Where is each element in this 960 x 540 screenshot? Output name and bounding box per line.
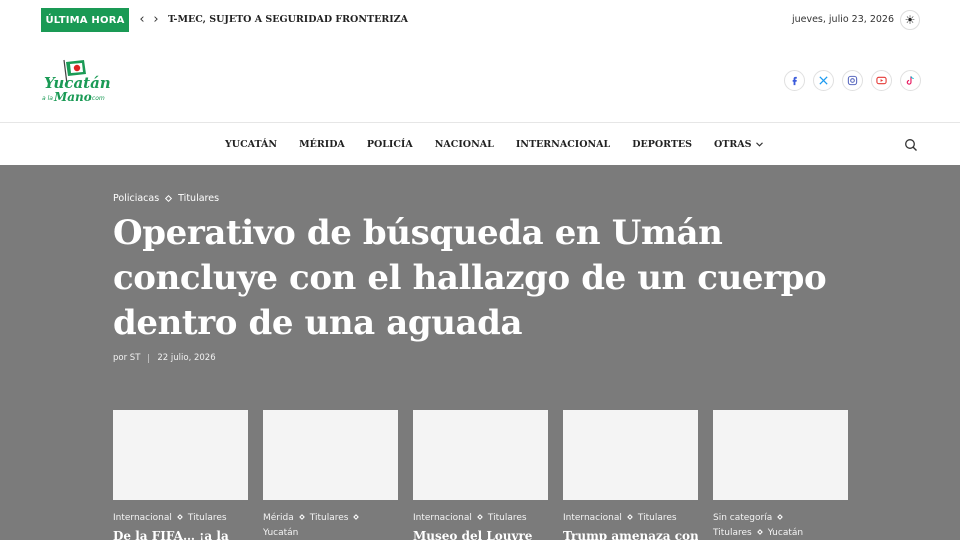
nav-item-otras[interactable]: OTRAS xyxy=(703,139,773,150)
site-logo[interactable]: Yucatán a la Mano .com xyxy=(40,58,116,104)
separator-diamond-icon xyxy=(353,514,360,520)
separator-diamond-icon xyxy=(477,514,483,520)
article-categories: Policiacas Titulares xyxy=(113,193,219,204)
related-card-2[interactable]: Mérida Titulares Yucatán xyxy=(263,410,398,540)
main-nav: YUCATÁN MÉRIDA POLICÍA NACIONAL INTERNAC… xyxy=(0,122,960,165)
related-card-5[interactable]: Sin categoría Titulares Yucatán xyxy=(713,410,848,540)
separator-diamond-icon xyxy=(298,514,305,520)
card-thumbnail[interactable] xyxy=(413,410,548,500)
ticker-headline[interactable]: T-MEC, SUJETO A SEGURIDAD FRONTERIZA Y T… xyxy=(168,12,410,28)
category-link-titulares[interactable]: Titulares xyxy=(178,193,219,204)
card-thumbnail[interactable] xyxy=(563,410,698,500)
instagram-icon[interactable] xyxy=(842,70,863,91)
svg-text:.com: .com xyxy=(90,95,105,102)
separator-diamond-icon xyxy=(756,529,763,535)
ticker-next-icon[interactable]: › xyxy=(150,12,162,27)
separator-diamond-icon xyxy=(177,514,183,520)
card-category[interactable]: Internacional xyxy=(113,513,172,523)
meta-divider xyxy=(148,353,150,363)
card-title[interactable]: De la FIFA… ¡a la xyxy=(113,529,248,540)
ticker-prev-icon[interactable]: ‹ xyxy=(136,12,148,27)
card-category[interactable]: Titulares xyxy=(188,513,227,523)
svg-text:a la: a la xyxy=(42,95,53,102)
card-thumbnail[interactable] xyxy=(263,410,398,500)
card-category[interactable]: Yucatán xyxy=(768,528,803,538)
category-link-policiacas[interactable]: Policiacas xyxy=(113,193,159,204)
nav-item-internacional[interactable]: INTERNACIONAL xyxy=(505,139,621,150)
breaking-news-badge: ÚLTIMA HORA xyxy=(41,8,129,32)
article-headline[interactable]: Operativo de búsqueda en Umán concluye c… xyxy=(113,211,873,346)
separator-diamond-icon xyxy=(627,514,633,520)
youtube-icon[interactable] xyxy=(871,70,892,91)
card-thumbnail[interactable] xyxy=(713,410,848,500)
nav-item-deportes[interactable]: DEPORTES xyxy=(621,139,703,150)
card-categories: Mérida Titulares Yucatán xyxy=(263,511,398,540)
nav-item-otras-label: OTRAS xyxy=(714,138,752,150)
article-date: 22 julio, 2026 xyxy=(157,353,216,363)
card-categories: Internacional Titulares xyxy=(113,511,248,526)
card-thumbnail[interactable] xyxy=(113,410,248,500)
x-icon[interactable] xyxy=(813,70,834,91)
card-category[interactable]: Mérida xyxy=(263,513,294,523)
search-icon[interactable] xyxy=(904,137,918,151)
tiktok-icon[interactable] xyxy=(900,70,921,91)
card-category[interactable]: Titulares xyxy=(713,528,752,538)
theme-toggle-sun-icon[interactable]: ☀ xyxy=(900,10,920,30)
nav-item-policia[interactable]: POLICÍA xyxy=(356,139,424,150)
card-category[interactable]: Internacional xyxy=(413,513,472,523)
card-category[interactable]: Titulares xyxy=(638,513,677,523)
related-card-1[interactable]: Internacional Titulares De la FIFA… ¡a la xyxy=(113,410,248,540)
related-card-3[interactable]: Internacional Titulares Museo del Louvre xyxy=(413,410,548,540)
card-category[interactable]: Titulares xyxy=(310,513,349,523)
separator-diamond-icon xyxy=(777,514,784,520)
facebook-icon[interactable] xyxy=(784,70,805,91)
current-date: jueves, julio 23, 2026 xyxy=(791,14,894,25)
chevron-down-icon xyxy=(755,141,763,147)
card-category[interactable]: Internacional xyxy=(563,513,622,523)
article-meta: por ST 22 julio, 2026 xyxy=(113,353,216,363)
card-title[interactable]: Museo del Louvre xyxy=(413,529,548,540)
card-category[interactable]: Sin categoría xyxy=(713,513,772,523)
related-card-4[interactable]: Internacional Titulares Trump amenaza con xyxy=(563,410,698,540)
card-title[interactable]: Trump amenaza con xyxy=(563,529,698,540)
card-categories: Internacional Titulares xyxy=(563,511,698,526)
card-category[interactable]: Yucatán xyxy=(263,528,298,538)
card-categories: Internacional Titulares xyxy=(413,511,548,526)
card-categories: Sin categoría Titulares Yucatán xyxy=(713,511,848,540)
nav-item-merida[interactable]: MÉRIDA xyxy=(288,139,356,150)
separator-diamond-icon xyxy=(165,194,173,203)
featured-article-hero: Policiacas Titulares Operativo de búsque… xyxy=(0,165,960,540)
nav-item-nacional[interactable]: NACIONAL xyxy=(424,139,505,150)
svg-text:Mano: Mano xyxy=(53,90,92,104)
social-links xyxy=(784,70,921,91)
nav-item-yucatan[interactable]: YUCATÁN xyxy=(214,139,288,150)
top-bar: ÚLTIMA HORA ‹ › T-MEC, SUJETO A SEGURIDA… xyxy=(0,0,960,40)
article-author[interactable]: por ST xyxy=(113,353,140,363)
card-category[interactable]: Titulares xyxy=(488,513,527,523)
